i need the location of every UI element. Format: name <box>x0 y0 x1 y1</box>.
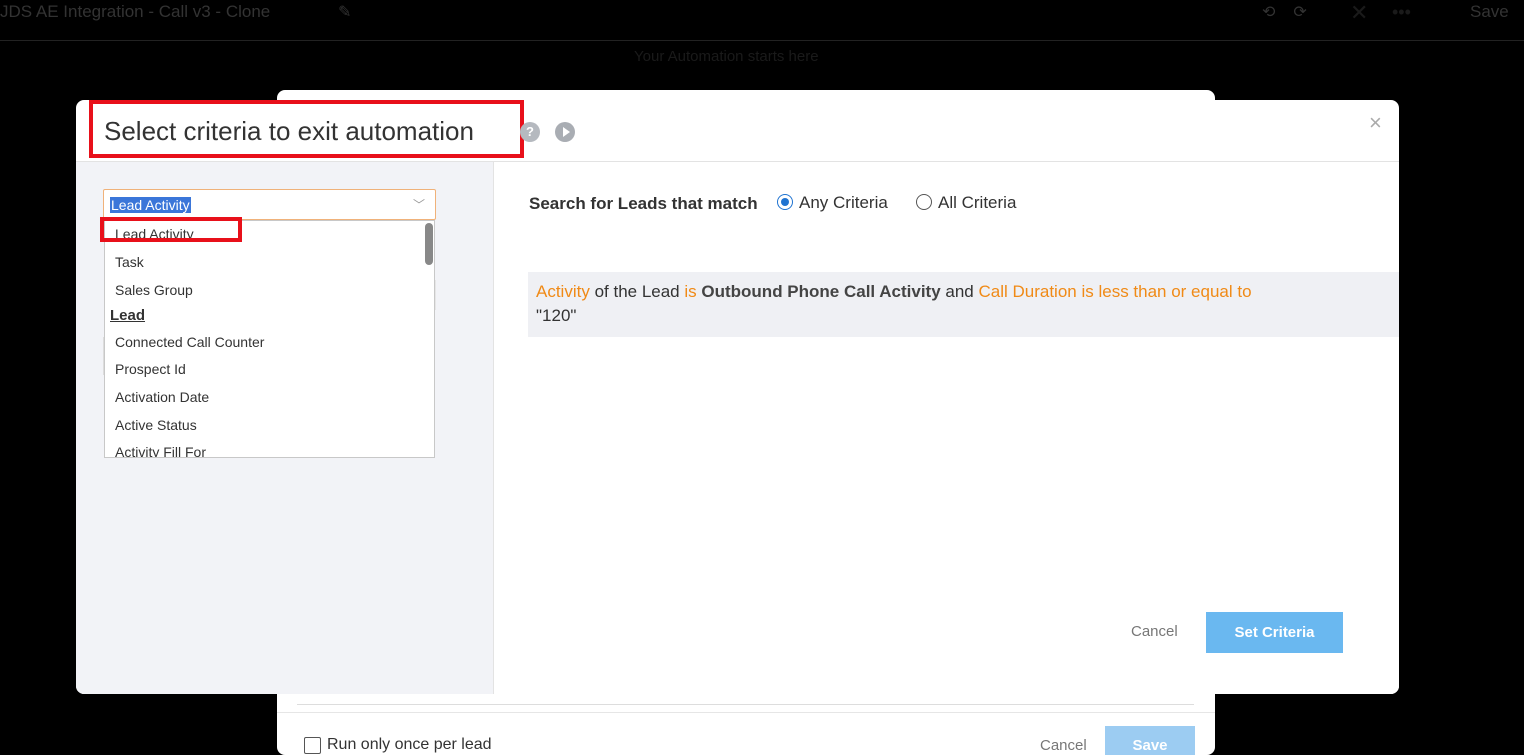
criteria-value: Outbound Phone Call Activity <box>701 282 941 301</box>
any-criteria-label[interactable]: Any Criteria <box>799 193 888 213</box>
toolbar-icons[interactable]: ⟲⟳ <box>1262 2 1325 22</box>
dropdown-option[interactable]: Active Status <box>115 417 197 433</box>
dropdown-option[interactable]: Activity Fill For <box>115 444 206 457</box>
criteria-statement: Activity of the Lead is Outbound Phone C… <box>528 272 1399 337</box>
all-criteria-radio[interactable] <box>916 194 932 210</box>
close-icon[interactable]: ✕ <box>1350 0 1368 26</box>
set-criteria-button[interactable]: Set Criteria <box>1206 612 1343 653</box>
help-icon[interactable]: ? <box>520 122 540 142</box>
panel-field-edge <box>297 704 1194 705</box>
criteria-builder-pane: Lead Activity ﹀ Lead Activity Task Sales… <box>76 162 494 694</box>
dropdown-option[interactable]: Activation Date <box>115 389 209 405</box>
criteria-threshold: "120" <box>536 306 577 325</box>
automation-title: JDS AE Integration - Call v3 - Clone <box>0 2 271 21</box>
all-criteria-label[interactable]: All Criteria <box>938 193 1016 213</box>
criteria-summary-pane: Search for Leads that match Any Criteria… <box>494 162 1399 694</box>
top-save-button[interactable]: Save <box>1470 2 1509 22</box>
run-once-checkbox[interactable] <box>304 737 321 754</box>
dropdown-option[interactable]: Prospect Id <box>115 361 186 377</box>
title-highlight-box <box>89 100 524 158</box>
panel-footer-divider <box>277 712 1215 713</box>
criteria-field: Activity <box>536 282 590 301</box>
run-once-label: Run only once per lead <box>327 736 492 753</box>
criteria-conjunction: and <box>940 282 979 301</box>
panel-cancel-button[interactable]: Cancel <box>1040 737 1087 754</box>
criteria-condition: Call Duration is less than or equal to <box>978 282 1252 301</box>
more-icon[interactable]: ••• <box>1392 2 1411 23</box>
any-criteria-radio[interactable] <box>777 194 793 210</box>
entity-select-value: Lead Activity <box>110 197 191 213</box>
panel-save-button[interactable]: Save <box>1105 726 1195 755</box>
close-icon[interactable]: × <box>1369 110 1382 136</box>
dropdown-scrollbar[interactable] <box>425 223 433 265</box>
criteria-operator: is <box>684 282 697 301</box>
modal-header: Select criteria to exit automation ? × <box>76 100 1399 162</box>
start-hint: Your Automation starts here <box>634 48 819 65</box>
cancel-button[interactable]: Cancel <box>1131 623 1178 640</box>
chevron-down-icon: ﹀ <box>412 198 425 212</box>
top-divider <box>0 40 1524 41</box>
entity-dropdown-list[interactable]: Lead Activity Task Sales Group Lead Conn… <box>104 220 435 458</box>
exit-criteria-modal: Select criteria to exit automation ? × L… <box>76 100 1399 694</box>
dropdown-option[interactable]: Connected Call Counter <box>115 334 264 350</box>
criteria-text-part: of the Lead <box>589 282 685 301</box>
criteria-text: Activity of the Lead is Outbound Phone C… <box>536 280 1256 328</box>
play-video-icon[interactable] <box>555 122 575 142</box>
dropdown-group-label: Lead <box>110 307 146 324</box>
match-label: Search for Leads that match <box>529 194 758 213</box>
option-highlight-box <box>100 217 242 242</box>
entity-select[interactable]: Lead Activity ﹀ <box>103 189 436 220</box>
dropdown-option[interactable]: Sales Group <box>115 282 193 298</box>
edit-pencil-icon[interactable]: ✎ <box>338 2 351 22</box>
dropdown-option[interactable]: Task <box>115 254 144 270</box>
top-bar: JDS AE Integration - Call v3 - Clone ✎ ⟲… <box>0 0 1524 40</box>
